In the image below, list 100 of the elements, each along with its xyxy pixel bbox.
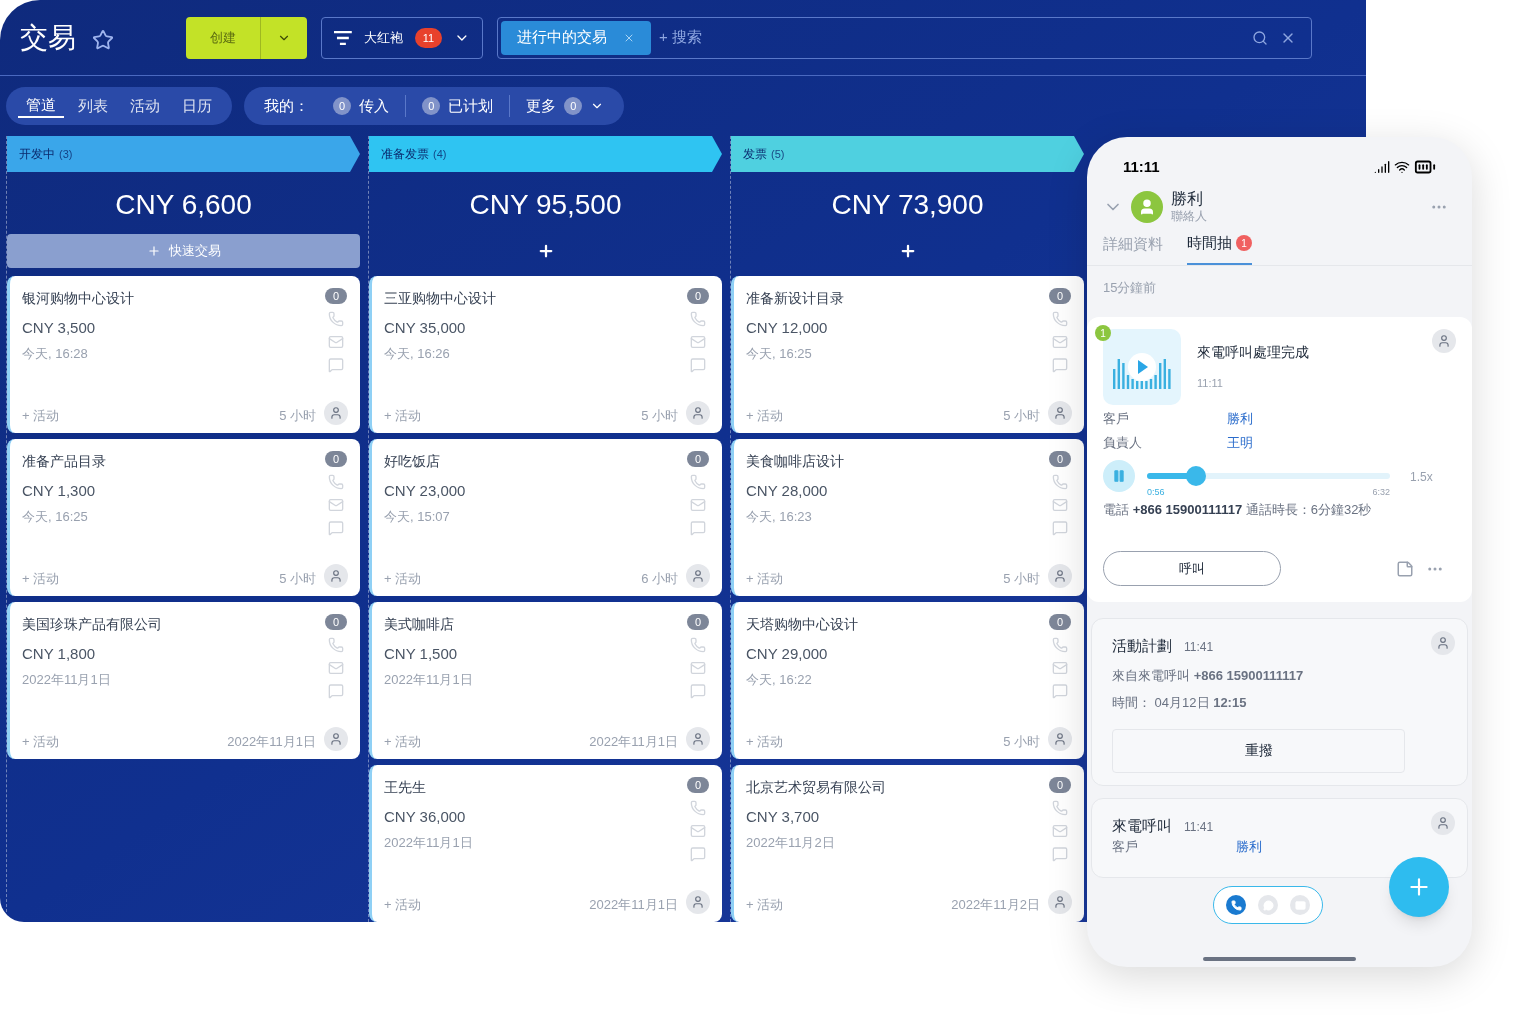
phone-icon[interactable] (690, 637, 706, 653)
comment-icon[interactable] (1052, 520, 1068, 536)
deal-card[interactable]: 准备新设计目录 CNY 12,000 今天, 16:25 + 活动 5 小时 0 (731, 276, 1084, 433)
audio-thumb[interactable] (1185, 466, 1206, 486)
count-badge: 0 (1048, 451, 1072, 467)
stage-total: CNY 73,900 (830, 188, 985, 220)
filter-icon (334, 30, 352, 45)
count-badge: 0 (686, 288, 710, 304)
view-tab[interactable]: 列表 (70, 94, 116, 118)
deal-card[interactable]: 美国珍珠产品有限公司 CNY 1,800 2022年11月1日 + 活动 2022年11月1日 0 (7, 602, 360, 759)
search-input[interactable]: + 搜索 (659, 26, 1252, 49)
comment-icon[interactable] (1052, 357, 1068, 373)
stage-name: 准备发票 (381, 146, 429, 163)
chat-channel-icon[interactable] (1258, 895, 1278, 915)
mail-icon[interactable] (1052, 497, 1068, 513)
more-dropdown[interactable]: 更多 0 (526, 94, 605, 118)
mail-icon[interactable] (328, 660, 344, 676)
mail-icon[interactable] (1052, 334, 1068, 350)
comment-icon[interactable] (690, 357, 706, 373)
search-icon[interactable] (1252, 29, 1268, 46)
phone-icon[interactable] (1052, 637, 1068, 653)
phone-icon[interactable] (690, 800, 706, 816)
avatar (1048, 564, 1072, 588)
audio-track[interactable] (1147, 466, 1390, 486)
deal-card[interactable]: 天塔购物中心设计 CNY 29,000 今天, 16:22 + 活动 5 小时 0 (731, 602, 1084, 759)
deal-card[interactable]: 准备产品目录 CNY 1,300 今天, 16:25 + 活动 5 小时 0 (7, 439, 360, 596)
stage-header[interactable]: 开发中 (3) (7, 136, 360, 172)
deal-date: 今天, 16:28 (22, 344, 89, 363)
call-title: 來電呼叫處理完成 (1197, 343, 1309, 363)
filter-link[interactable]: 0 已计划 (422, 94, 511, 118)
mail-icon[interactable] (328, 334, 344, 350)
phone-icon[interactable] (690, 311, 706, 327)
mail-channel-icon[interactable] (1290, 895, 1310, 915)
activity-when: 時間： 04月12日 12:15 (1112, 694, 1248, 712)
deal-age: 6 小时 (641, 569, 678, 588)
count-badge: 11 (414, 27, 443, 48)
my-label: 我的： (264, 95, 309, 116)
stage-header[interactable]: 准备发票 (4) (369, 136, 722, 172)
deal-amount: CNY 1,300 (22, 481, 97, 501)
mail-icon[interactable] (690, 497, 706, 513)
phone-icon[interactable] (328, 311, 344, 327)
deal-card[interactable]: 美食咖啡店设计 CNY 28,000 今天, 16:23 + 活动 5 小时 0 (731, 439, 1084, 596)
deal-card[interactable]: 好吃饭店 CNY 23,000 今天, 15:07 + 活动 6 小时 0 (369, 439, 722, 596)
stage-total: CNY 95,500 (468, 188, 623, 220)
activity-time: 11:41 (1184, 818, 1214, 836)
deal-card[interactable]: 王先生 CNY 36,000 2022年11月1日 + 活动 2022年11月1日 0 (369, 765, 722, 922)
stage-name: 开发中 (19, 146, 55, 163)
audio-play-icon[interactable] (1103, 329, 1181, 405)
deal-age: 5 小时 (279, 406, 316, 425)
mail-icon[interactable] (690, 660, 706, 676)
phone-icon[interactable] (1052, 800, 1068, 816)
detail-tab[interactable]: 時間抽 1 (1187, 232, 1252, 265)
avatar (686, 727, 710, 751)
comment-icon[interactable] (690, 846, 706, 862)
star-icon[interactable] (92, 28, 114, 51)
phone-icon[interactable] (328, 637, 344, 653)
note-icon[interactable] (1396, 559, 1414, 578)
stage-header[interactable]: 发票 (5) (731, 136, 1084, 172)
comment-icon[interactable] (328, 520, 344, 536)
phone-channel-icon[interactable] (1226, 895, 1246, 915)
phone-icon[interactable] (690, 474, 706, 490)
phone-icon[interactable] (1052, 474, 1068, 490)
deal-age: 2022年11月1日 (227, 732, 316, 751)
deal-title: 好吃饭店 (384, 452, 441, 471)
deal-card[interactable]: 银河购物中心设计 CNY 3,500 今天, 16:28 + 活动 5 小时 0 (7, 276, 360, 433)
status-time: 11:11 (1123, 156, 1160, 177)
field-link[interactable]: 王明 (1227, 432, 1253, 452)
view-tab[interactable]: 管道 (18, 93, 64, 119)
mail-icon[interactable] (328, 497, 344, 513)
comment-icon[interactable] (328, 683, 344, 699)
mail-icon[interactable] (1052, 660, 1068, 676)
filter-button[interactable]: 大红袍 11 (321, 16, 483, 59)
filter-chip[interactable]: 进行中的交易 (501, 20, 651, 55)
field-link[interactable]: 勝利 (1227, 409, 1253, 429)
mail-icon[interactable] (690, 823, 706, 839)
comment-icon[interactable] (1052, 846, 1068, 862)
deal-card[interactable]: 三亚购物中心设计 CNY 35,000 今天, 16:26 + 活动 5 小时 0 (369, 276, 722, 433)
deal-date: 2022年11月1日 (384, 670, 474, 689)
deal-card[interactable]: 美式咖啡店 CNY 1,500 2022年11月1日 + 活动 2022年11月1日 0 (369, 602, 722, 759)
call-time: 11:11 (1197, 376, 1224, 392)
phone-icon[interactable] (1052, 311, 1068, 327)
view-tab[interactable]: 活动 (122, 94, 168, 118)
phone-icon[interactable] (328, 474, 344, 490)
pause-button[interactable] (1103, 460, 1135, 492)
deal-card[interactable]: 北京艺术贸易有限公司 CNY 3,700 2022年11月2日 + 活动 2022年11月2日 0 (731, 765, 1084, 922)
deal-age: 2022年11月1日 (589, 895, 678, 914)
comment-icon[interactable] (690, 683, 706, 699)
field-link[interactable]: 勝利 (1236, 837, 1262, 857)
deal-amount: CNY 23,000 (384, 481, 467, 501)
avatar (1048, 401, 1072, 425)
mail-icon[interactable] (690, 334, 706, 350)
comment-icon[interactable] (690, 520, 706, 536)
view-tab[interactable]: 日历 (174, 94, 220, 118)
add-fab[interactable] (1389, 857, 1449, 917)
search-field[interactable]: 进行中的交易 + 搜索 (497, 16, 1312, 59)
comment-icon[interactable] (328, 357, 344, 373)
mail-icon[interactable] (1052, 823, 1068, 839)
filter-link[interactable]: 0 传入 (333, 94, 407, 118)
comment-icon[interactable] (1052, 683, 1068, 699)
redial-button[interactable]: 重撥 (1112, 728, 1405, 773)
